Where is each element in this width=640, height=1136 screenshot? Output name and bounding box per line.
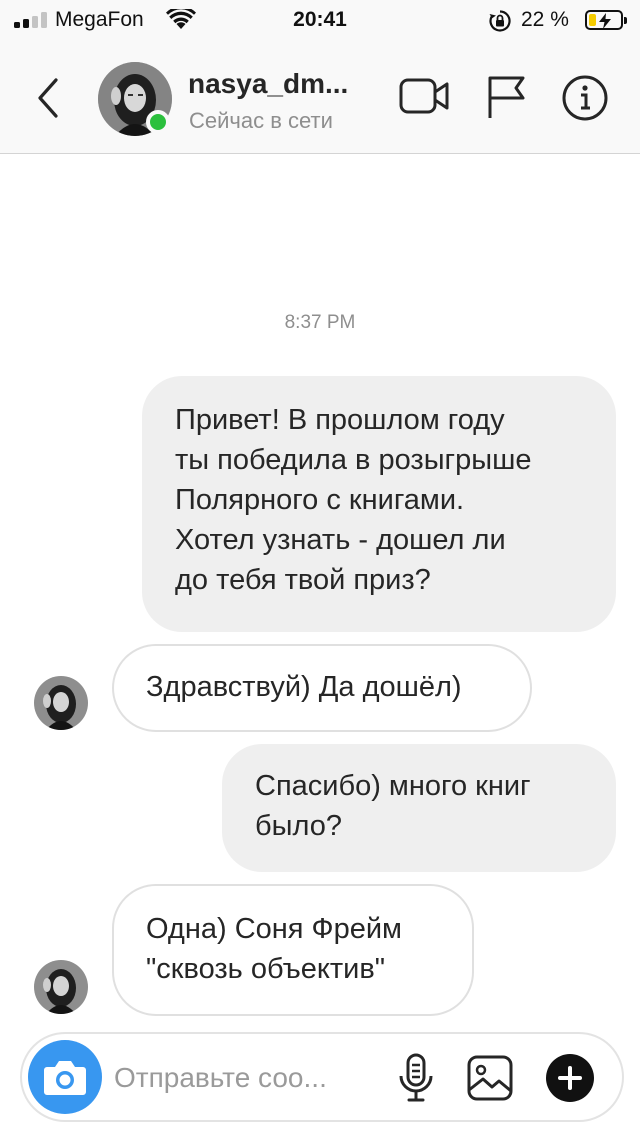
battery-charging-icon xyxy=(585,10,627,30)
message-input[interactable] xyxy=(114,1060,364,1096)
flag-icon[interactable] xyxy=(485,74,529,120)
user-status: Сейчас в сети xyxy=(189,108,333,133)
message-text: Привет! В прошлом году ты победила в роз… xyxy=(175,404,532,596)
video-call-icon[interactable] xyxy=(399,76,451,116)
status-bar: MegaFon 20:41 22 % xyxy=(0,0,640,42)
camera-icon xyxy=(44,1061,86,1095)
info-icon[interactable] xyxy=(561,74,609,122)
gallery-icon[interactable] xyxy=(466,1054,514,1102)
battery-percent: 22 % xyxy=(521,8,569,31)
message-bubble-outgoing[interactable]: Привет! В прошлом году ты победила в роз… xyxy=(142,376,616,632)
conversation-timestamp: 8:37 PM xyxy=(284,312,356,333)
chat-header: nasya_dm... Сейчас в сети xyxy=(0,42,640,154)
avatar[interactable] xyxy=(34,676,88,730)
camera-button[interactable] xyxy=(28,1040,102,1114)
message-bubble-incoming[interactable]: Одна) Соня Фрейм "сквозь объектив" xyxy=(112,884,474,1016)
rotation-lock-icon xyxy=(489,10,511,32)
username[interactable]: nasya_dm... xyxy=(188,68,388,100)
back-chevron-icon[interactable] xyxy=(28,72,68,124)
message-text: Здравствуй) Да дошёл) xyxy=(146,671,462,703)
message-composer xyxy=(20,1032,624,1122)
message-bubble-outgoing[interactable]: Спасибо) много книг было? xyxy=(222,744,616,872)
message-text: Одна) Соня Фрейм "сквозь объектив" xyxy=(146,913,402,985)
plus-button[interactable] xyxy=(546,1054,594,1102)
microphone-icon[interactable] xyxy=(396,1052,436,1104)
message-text: Спасибо) много книг было? xyxy=(255,770,531,842)
online-status-dot xyxy=(146,110,170,134)
message-bubble-incoming[interactable]: Здравствуй) Да дошёл) xyxy=(112,644,532,732)
avatar[interactable] xyxy=(34,960,88,1014)
